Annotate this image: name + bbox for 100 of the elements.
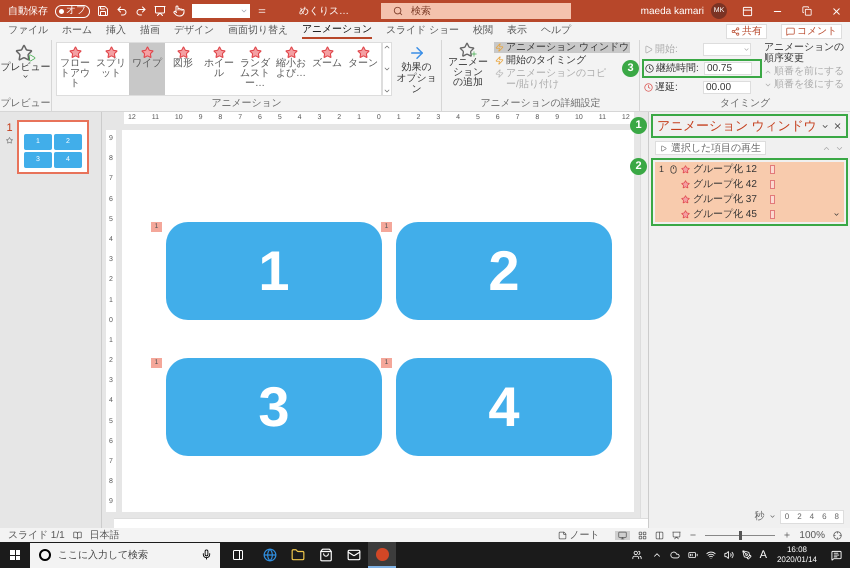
ribbon-tab[interactable]: ファイル: [8, 23, 48, 39]
star-icon: [356, 46, 370, 59]
scale-number: 0: [784, 510, 790, 522]
autosave-toggle[interactable]: オフ: [55, 4, 90, 18]
effect-option[interactable]: ホイール: [201, 43, 237, 95]
caret-icon: [22, 73, 29, 80]
caret-icon: [240, 7, 248, 15]
star-icon: [68, 46, 82, 59]
autosave-label: 自動保存: [8, 4, 48, 18]
clock-time: 16:08: [786, 545, 807, 555]
play-selected-button[interactable]: 選択した項目の再生: [655, 141, 766, 155]
browser-icon[interactable]: [263, 548, 277, 562]
horizontal-scrollbar[interactable]: [114, 518, 648, 528]
font-size-field[interactable]: [192, 4, 250, 18]
search-field[interactable]: 検索: [381, 3, 571, 19]
comment-button[interactable]: コメント: [781, 24, 842, 38]
effect-option[interactable]: ターン: [345, 43, 381, 95]
undo-icon[interactable]: [116, 5, 128, 17]
ribbon-tab[interactable]: 表示: [506, 23, 527, 39]
input-method-indicator[interactable]: A: [760, 546, 767, 564]
animation-item[interactable]: グループ化 45: [655, 207, 844, 222]
book-icon[interactable]: [72, 530, 82, 540]
lightning-icon: [495, 43, 504, 52]
wifi-icon[interactable]: [706, 550, 716, 560]
reading-view-icon[interactable]: [655, 530, 664, 540]
animation-item[interactable]: グループ化 37: [655, 192, 844, 207]
star-play-icon: [15, 44, 36, 62]
ribbon-tab[interactable]: 描画: [140, 23, 160, 39]
ribbon-tab[interactable]: ヘルプ: [540, 23, 571, 39]
presentation-icon[interactable]: [154, 5, 166, 17]
caret-icon: [743, 46, 750, 53]
volume-icon[interactable]: [724, 550, 734, 560]
add-animation-button[interactable]: アニメーション の追加: [446, 42, 490, 98]
close-icon[interactable]: [832, 121, 842, 131]
notes-button[interactable]: ノート: [558, 528, 600, 542]
zoom-level: 100%: [799, 528, 825, 542]
task-view-icon[interactable]: [232, 549, 244, 561]
duration-field[interactable]: 00.75: [704, 62, 752, 75]
mouse-icon: [669, 165, 678, 174]
zoom-in-icon[interactable]: [783, 531, 792, 539]
ribbon-display-icon[interactable]: [742, 6, 753, 16]
bag-icon[interactable]: [319, 548, 333, 562]
start-icon: [644, 45, 653, 54]
windows-logo-icon[interactable]: [10, 550, 20, 560]
pane-title: アニメーション ウィンドウ: [657, 117, 817, 136]
mail-icon[interactable]: [347, 548, 361, 562]
redo-icon[interactable]: [135, 5, 147, 17]
cloud-icon[interactable]: [670, 550, 680, 560]
share-button[interactable]: 共有: [726, 24, 767, 38]
ribbon-tab[interactable]: 画面切り替え: [228, 23, 288, 39]
folder-icon[interactable]: [291, 548, 305, 562]
taskbar-search-field[interactable]: ここに入力して検索: [30, 542, 220, 568]
effect-option[interactable]: ランダムストー…: [237, 43, 273, 95]
preview-button[interactable]: プレビュー: [0, 40, 51, 98]
ribbon-tab[interactable]: ホーム: [62, 23, 92, 39]
save-icon[interactable]: [97, 5, 109, 17]
battery-icon[interactable]: [688, 550, 698, 560]
ribbon-tab[interactable]: スライド ショー: [386, 23, 459, 39]
ribbon-tab[interactable]: 校閲: [472, 23, 493, 39]
ribbon-command[interactable]: 開始のタイミング: [494, 55, 587, 66]
ribbon-tab[interactable]: 挿入: [106, 23, 126, 39]
vertical-scrollbar[interactable]: [640, 124, 648, 518]
close-icon[interactable]: [831, 6, 842, 16]
grid-view-icon[interactable]: [638, 530, 648, 540]
animation-indicator-icon: [6, 136, 13, 144]
scale-number: 6: [822, 510, 827, 522]
effect-option[interactable]: ズーム: [309, 43, 345, 95]
effect-option[interactable]: スプリット: [93, 43, 129, 95]
microphone-icon[interactable]: [201, 549, 212, 560]
pen-icon[interactable]: [742, 550, 752, 560]
animation-item[interactable]: グループ化 42: [655, 177, 844, 192]
ribbon-tab[interactable]: デザイン: [174, 23, 214, 39]
timing-bar: [770, 195, 775, 204]
item-menu-icon[interactable]: [833, 211, 840, 218]
slideshow-icon[interactable]: [672, 530, 682, 540]
start-dropdown[interactable]: [703, 43, 751, 56]
star-icon: [212, 46, 226, 59]
reorder-title: アニメーションの順序変更: [764, 42, 845, 64]
delay-field[interactable]: 00.00: [703, 81, 751, 94]
star-icon: [681, 195, 690, 204]
animation-item[interactable]: 1 グループ化 12: [655, 162, 844, 177]
item-name: グループ化 42: [693, 178, 758, 192]
seconds-menu-icon[interactable]: [768, 513, 776, 520]
people-icon[interactable]: [632, 550, 642, 560]
effect-option[interactable]: ワイプ: [129, 43, 165, 95]
effect-option[interactable]: 縮小および…: [273, 43, 309, 95]
box-number: 3: [258, 379, 290, 435]
normal-view-button[interactable]: [615, 530, 630, 540]
pointer-icon[interactable]: [173, 5, 185, 17]
effect-options-button[interactable]: 効果の オプション: [396, 44, 437, 94]
restore-icon[interactable]: [802, 6, 812, 16]
effect-option[interactable]: 図形: [165, 43, 201, 95]
effect-option[interactable]: フロートアウト: [57, 43, 93, 95]
star-icon: [140, 46, 154, 59]
notification-icon[interactable]: [831, 550, 842, 560]
play-icon: [660, 144, 667, 152]
ribbon-command[interactable]: アニメーション ウィンドウ: [494, 42, 630, 53]
fit-icon[interactable]: [833, 530, 842, 540]
presentation-app-icon[interactable]: [376, 548, 388, 560]
callout-number: 3: [622, 60, 639, 77]
